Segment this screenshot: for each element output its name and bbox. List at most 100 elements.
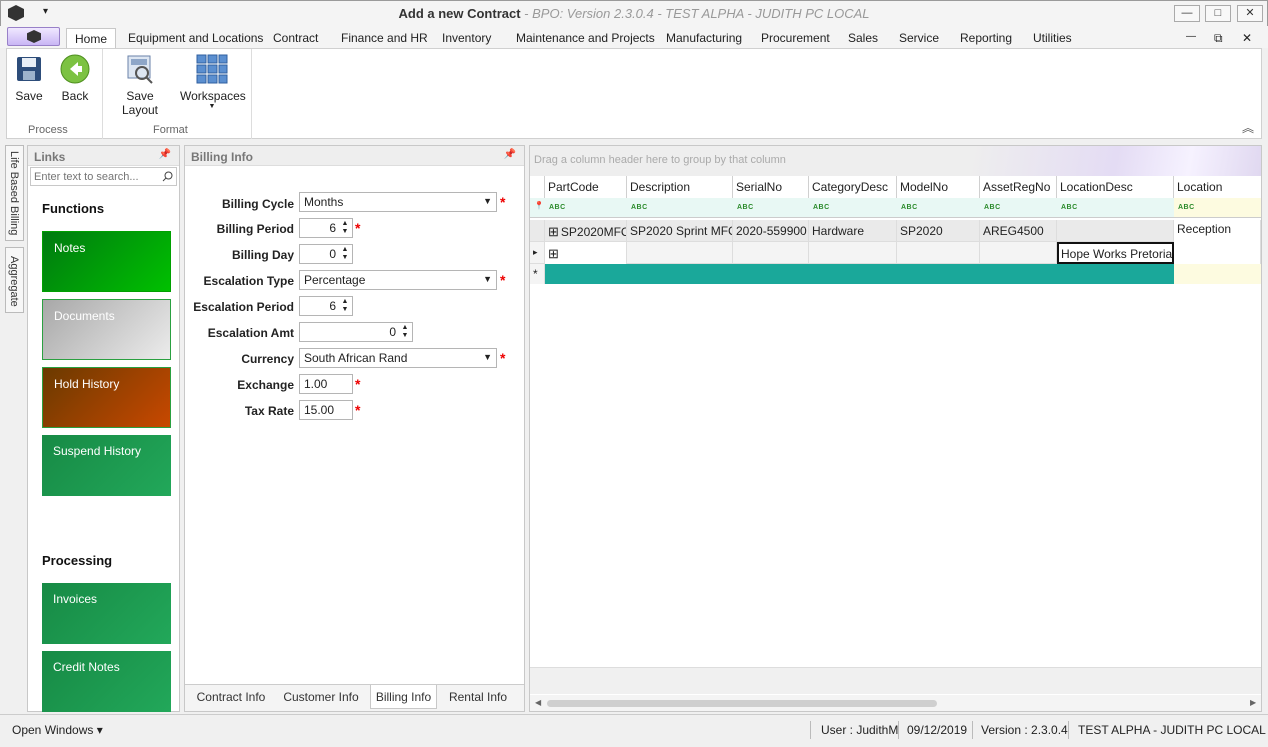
scroll-right-icon[interactable]: ▶ xyxy=(1250,698,1256,707)
mdi-minimize-button[interactable]: — xyxy=(1186,31,1196,42)
minimize-button[interactable]: — xyxy=(1174,5,1200,22)
maximize-button[interactable]: □ xyxy=(1205,5,1231,22)
column-header-partcode[interactable]: PartCode xyxy=(545,176,627,198)
cell-location[interactable]: Reception xyxy=(1174,220,1261,242)
filter-text-icon[interactable]: ABC xyxy=(984,204,1001,211)
back-button[interactable]: Back xyxy=(55,53,95,103)
side-tab-life-based-billing[interactable]: Life Based Billing xyxy=(5,145,24,241)
chevron-down-icon[interactable]: ▼ xyxy=(483,196,492,206)
links-search-box[interactable] xyxy=(30,167,177,186)
tab-customer-info[interactable]: Customer Info xyxy=(277,685,365,709)
hold-history-tile[interactable]: Hold History xyxy=(42,367,171,428)
open-windows-menu[interactable]: Open Windows ▾ xyxy=(12,723,103,737)
links-search-input[interactable] xyxy=(31,168,159,185)
spin-down-icon[interactable]: ▼ xyxy=(340,254,350,262)
spin-down-icon[interactable]: ▼ xyxy=(340,228,350,236)
new-row-location-cell[interactable] xyxy=(1174,264,1261,284)
tab-reporting[interactable]: Reporting xyxy=(960,31,1012,45)
exchange-input[interactable]: 1.00 xyxy=(299,374,353,394)
scrollbar-thumb[interactable] xyxy=(547,700,937,707)
tab-finance-and-hr[interactable]: Finance and HR xyxy=(341,31,428,45)
escalation-type-select[interactable]: Percentage ▼ xyxy=(299,270,497,290)
tab-service[interactable]: Service xyxy=(899,31,939,45)
cell-locationdesc[interactable] xyxy=(1057,220,1174,242)
cell-location[interactable] xyxy=(1174,242,1261,264)
chevron-down-icon[interactable]: ▼ xyxy=(483,274,492,284)
application-menu-button[interactable] xyxy=(7,27,60,46)
cell-description[interactable] xyxy=(627,242,733,264)
spin-down-icon[interactable]: ▼ xyxy=(400,332,410,340)
column-header-location[interactable]: Location xyxy=(1174,176,1261,198)
save-button[interactable]: Save xyxy=(11,53,47,103)
filter-text-icon[interactable]: ABC xyxy=(813,204,830,211)
expand-row-icon[interactable]: ⊞ xyxy=(548,224,559,239)
workspaces-button[interactable]: Workspaces ▼ xyxy=(180,53,246,111)
close-button[interactable]: ✕ xyxy=(1237,5,1263,22)
table-row[interactable]: ⊞ SP2020MFC SP2020 Sprint MFC 2020-559900… xyxy=(530,220,1261,242)
filter-text-icon[interactable]: ABC xyxy=(1061,204,1078,211)
search-icon[interactable] xyxy=(162,171,173,182)
collapse-ribbon-icon[interactable]: ︽ xyxy=(1242,119,1254,136)
save-layout-button[interactable]: Save Layout xyxy=(107,53,173,117)
billing-day-spinner[interactable]: 0 ▲ ▼ xyxy=(299,244,353,264)
group-by-area[interactable]: Drag a column header here to group by th… xyxy=(530,146,1261,176)
chevron-down-icon[interactable]: ▼ xyxy=(483,352,492,362)
cell-description[interactable]: SP2020 Sprint MFC xyxy=(627,220,733,242)
filter-text-icon[interactable]: ABC xyxy=(737,204,754,211)
expand-row-icon[interactable]: ⊞ xyxy=(548,246,559,261)
column-header-categorydesc[interactable]: CategoryDesc xyxy=(809,176,897,198)
tab-inventory[interactable]: Inventory xyxy=(442,31,491,45)
column-header-locationdesc[interactable]: LocationDesc xyxy=(1057,176,1174,198)
tab-contract-info[interactable]: Contract Info xyxy=(191,685,271,709)
suspend-history-tile[interactable]: Suspend History xyxy=(42,435,171,496)
tab-procurement[interactable]: Procurement xyxy=(761,31,830,45)
filter-text-icon[interactable]: ABC xyxy=(631,204,648,211)
tab-manufacturing[interactable]: Manufacturing xyxy=(666,31,742,45)
billing-period-spinner[interactable]: 6 ▲ ▼ xyxy=(299,218,353,238)
documents-tile[interactable]: Documents xyxy=(42,299,171,360)
horizontal-scrollbar[interactable]: ◀ ▶ xyxy=(530,695,1261,711)
billing-cycle-select[interactable]: Months ▼ xyxy=(299,192,497,212)
mdi-restore-button[interactable]: ⧉ xyxy=(1214,31,1223,46)
column-header-assetregno[interactable]: AssetRegNo xyxy=(980,176,1057,198)
cell-partcode[interactable]: ⊞ xyxy=(545,242,627,264)
credit-notes-tile[interactable]: Credit Notes xyxy=(42,651,171,712)
table-row[interactable]: ▸ ⊞ Hope Works Pretoria xyxy=(530,242,1261,264)
column-header-serialno[interactable]: SerialNo xyxy=(733,176,809,198)
new-row-cells[interactable] xyxy=(545,264,1174,284)
tab-home[interactable]: Home xyxy=(66,28,117,49)
escalation-amt-spinner[interactable]: 0 ▲ ▼ xyxy=(299,322,413,342)
tab-utilities[interactable]: Utilities xyxy=(1033,31,1072,45)
filter-text-icon[interactable]: ABC xyxy=(549,204,566,211)
spin-up-icon[interactable]: ▲ xyxy=(340,220,350,228)
mdi-close-button[interactable]: ✕ xyxy=(1242,31,1252,45)
tax-rate-input[interactable]: 15.00 xyxy=(299,400,353,420)
tab-sales[interactable]: Sales xyxy=(848,31,878,45)
filter-text-icon[interactable]: ABC xyxy=(901,204,918,211)
cell-assetregno[interactable]: AREG4500 xyxy=(980,220,1057,242)
tab-contract[interactable]: Contract xyxy=(273,31,318,45)
notes-tile[interactable]: Notes xyxy=(42,231,171,292)
cell-modelno[interactable]: SP2020 xyxy=(897,220,980,242)
cell-categorydesc[interactable] xyxy=(809,242,897,264)
tab-maintenance-and-projects[interactable]: Maintenance and Projects xyxy=(516,31,655,45)
spin-down-icon[interactable]: ▼ xyxy=(340,306,350,314)
cell-serialno[interactable] xyxy=(733,242,809,264)
spin-up-icon[interactable]: ▲ xyxy=(340,246,350,254)
column-header-modelno[interactable]: ModelNo xyxy=(897,176,980,198)
spin-up-icon[interactable]: ▲ xyxy=(400,324,410,332)
filter-location-cell[interactable]: ABC xyxy=(1174,198,1261,217)
cell-assetregno[interactable] xyxy=(980,242,1057,264)
cell-modelno[interactable] xyxy=(897,242,980,264)
tab-rental-info[interactable]: Rental Info xyxy=(443,685,513,709)
invoices-tile[interactable]: Invoices xyxy=(42,583,171,644)
cell-locationdesc-focused[interactable]: Hope Works Pretoria xyxy=(1057,242,1174,264)
tab-billing-info[interactable]: Billing Info xyxy=(370,685,437,709)
cell-categorydesc[interactable]: Hardware xyxy=(809,220,897,242)
tab-equipment-and-locations[interactable]: Equipment and Locations xyxy=(128,31,263,45)
cell-serialno[interactable]: 2020-559900 xyxy=(733,220,809,242)
new-item-row[interactable]: * xyxy=(530,264,1261,284)
currency-select[interactable]: South African Rand ▼ xyxy=(299,348,497,368)
spin-up-icon[interactable]: ▲ xyxy=(340,298,350,306)
pin-icon[interactable]: 📌 xyxy=(159,149,171,160)
